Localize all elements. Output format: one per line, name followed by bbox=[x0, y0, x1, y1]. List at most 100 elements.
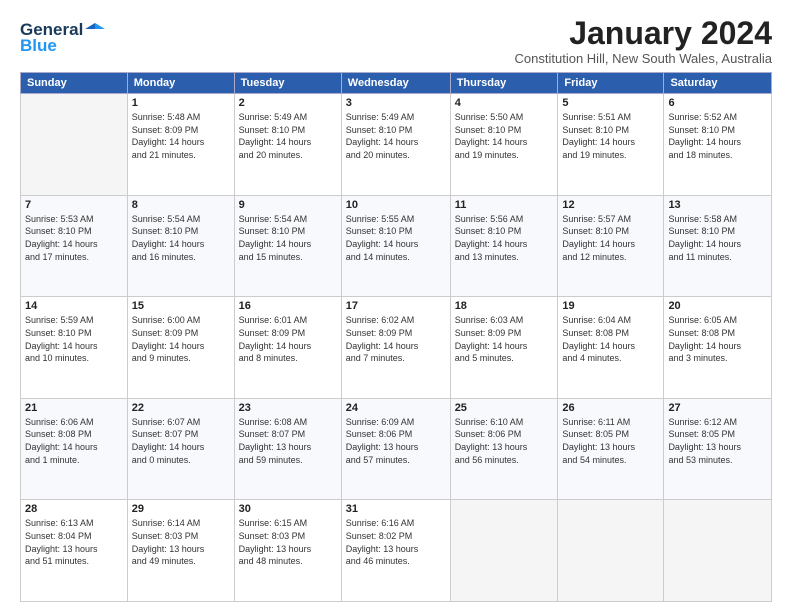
calendar-week-row: 21 Sunrise: 6:06 AM Sunset: 8:08 PM Dayli… bbox=[21, 398, 772, 500]
col-wednesday: Wednesday bbox=[341, 73, 450, 94]
calendar-subtitle: Constitution Hill, New South Wales, Aust… bbox=[515, 51, 772, 66]
day-info: Sunrise: 5:50 AM Sunset: 8:10 PM Dayligh… bbox=[455, 111, 554, 161]
col-monday: Monday bbox=[127, 73, 234, 94]
table-row: 19 Sunrise: 6:04 AM Sunset: 8:08 PM Dayli… bbox=[558, 297, 664, 399]
table-row bbox=[450, 500, 558, 602]
table-row bbox=[558, 500, 664, 602]
day-number: 21 bbox=[25, 402, 123, 414]
table-row: 10 Sunrise: 5:55 AM Sunset: 8:10 PM Dayli… bbox=[341, 195, 450, 297]
table-row: 14Sunrise: 5:59 AM Sunset: 8:10 PM Dayli… bbox=[21, 297, 128, 399]
table-row: 26 Sunrise: 6:11 AM Sunset: 8:05 PM Dayli… bbox=[558, 398, 664, 500]
calendar-title: January 2024 bbox=[515, 16, 772, 51]
col-sunday: Sunday bbox=[21, 73, 128, 94]
day-info: Sunrise: 6:01 AM Sunset: 8:09 PM Dayligh… bbox=[239, 314, 337, 364]
table-row: 16 Sunrise: 6:01 AM Sunset: 8:09 PM Dayli… bbox=[234, 297, 341, 399]
day-info: Sunrise: 6:09 AM Sunset: 8:06 PM Dayligh… bbox=[346, 416, 446, 466]
table-row: 8Sunrise: 5:54 AM Sunset: 8:10 PM Daylig… bbox=[127, 195, 234, 297]
day-number: 30 bbox=[239, 503, 337, 515]
day-number: 20 bbox=[668, 300, 767, 312]
day-number: 25 bbox=[455, 402, 554, 414]
day-number: 31 bbox=[346, 503, 446, 515]
day-number: 10 bbox=[346, 199, 446, 211]
header: General Blue January 2024 Constitution H… bbox=[20, 16, 772, 66]
col-friday: Friday bbox=[558, 73, 664, 94]
calendar-week-row: 28 Sunrise: 6:13 AM Sunset: 8:04 PM Dayli… bbox=[21, 500, 772, 602]
table-row bbox=[21, 94, 128, 196]
logo: General Blue bbox=[20, 20, 105, 56]
day-info: Sunrise: 6:14 AM Sunset: 8:03 PM Dayligh… bbox=[132, 517, 230, 567]
day-info: Sunrise: 6:07 AM Sunset: 8:07 PM Dayligh… bbox=[132, 416, 230, 466]
table-row: 11 Sunrise: 5:56 AM Sunset: 8:10 PM Dayli… bbox=[450, 195, 558, 297]
day-number: 6 bbox=[668, 97, 767, 109]
table-row: 31 Sunrise: 6:16 AM Sunset: 8:02 PM Dayli… bbox=[341, 500, 450, 602]
day-number: 28 bbox=[25, 503, 123, 515]
day-number: 27 bbox=[668, 402, 767, 414]
table-row: 17 Sunrise: 6:02 AM Sunset: 8:09 PM Dayli… bbox=[341, 297, 450, 399]
day-number: 7 bbox=[25, 199, 123, 211]
day-info: Sunrise: 6:12 AM Sunset: 8:05 PM Dayligh… bbox=[668, 416, 767, 466]
day-number: 19 bbox=[562, 300, 659, 312]
table-row: 27 Sunrise: 6:12 AM Sunset: 8:05 PM Dayli… bbox=[664, 398, 772, 500]
page: General Blue January 2024 Constitution H… bbox=[0, 0, 792, 612]
table-row: 3Sunrise: 5:49 AM Sunset: 8:10 PM Daylig… bbox=[341, 94, 450, 196]
day-number: 15 bbox=[132, 300, 230, 312]
calendar-week-row: 1 Sunrise: 5:48 AM Sunset: 8:09 PM Daylig… bbox=[21, 94, 772, 196]
day-number: 2 bbox=[239, 97, 337, 109]
table-row: 13Sunrise: 5:58 AM Sunset: 8:10 PM Dayli… bbox=[664, 195, 772, 297]
day-number: 9 bbox=[239, 199, 337, 211]
calendar-week-row: 7 Sunrise: 5:53 AM Sunset: 8:10 PM Daylig… bbox=[21, 195, 772, 297]
title-block: January 2024 Constitution Hill, New Sout… bbox=[515, 16, 772, 66]
day-info: Sunrise: 6:04 AM Sunset: 8:08 PM Dayligh… bbox=[562, 314, 659, 364]
day-number: 11 bbox=[455, 199, 554, 211]
table-row: 23Sunrise: 6:08 AM Sunset: 8:07 PM Dayli… bbox=[234, 398, 341, 500]
table-row: 4 Sunrise: 5:50 AM Sunset: 8:10 PM Daylig… bbox=[450, 94, 558, 196]
table-row: 29Sunrise: 6:14 AM Sunset: 8:03 PM Dayli… bbox=[127, 500, 234, 602]
table-row: 2 Sunrise: 5:49 AM Sunset: 8:10 PM Daylig… bbox=[234, 94, 341, 196]
day-number: 22 bbox=[132, 402, 230, 414]
day-info: Sunrise: 5:55 AM Sunset: 8:10 PM Dayligh… bbox=[346, 213, 446, 263]
calendar-header-row: Sunday Monday Tuesday Wednesday Thursday… bbox=[21, 73, 772, 94]
day-number: 16 bbox=[239, 300, 337, 312]
day-info: Sunrise: 5:57 AM Sunset: 8:10 PM Dayligh… bbox=[562, 213, 659, 263]
day-number: 5 bbox=[562, 97, 659, 109]
day-info: Sunrise: 5:49 AM Sunset: 8:10 PM Dayligh… bbox=[239, 111, 337, 161]
col-thursday: Thursday bbox=[450, 73, 558, 94]
day-number: 14 bbox=[25, 300, 123, 312]
day-number: 26 bbox=[562, 402, 659, 414]
table-row: 30Sunrise: 6:15 AM Sunset: 8:03 PM Dayli… bbox=[234, 500, 341, 602]
col-tuesday: Tuesday bbox=[234, 73, 341, 94]
day-number: 1 bbox=[132, 97, 230, 109]
day-number: 3 bbox=[346, 97, 446, 109]
day-info: Sunrise: 6:08 AM Sunset: 8:07 PM Dayligh… bbox=[239, 416, 337, 466]
table-row: 9 Sunrise: 5:54 AM Sunset: 8:10 PM Daylig… bbox=[234, 195, 341, 297]
day-info: Sunrise: 6:02 AM Sunset: 8:09 PM Dayligh… bbox=[346, 314, 446, 364]
day-info: Sunrise: 5:48 AM Sunset: 8:09 PM Dayligh… bbox=[132, 111, 230, 161]
table-row: 12Sunrise: 5:57 AM Sunset: 8:10 PM Dayli… bbox=[558, 195, 664, 297]
day-info: Sunrise: 5:54 AM Sunset: 8:10 PM Dayligh… bbox=[132, 213, 230, 263]
table-row: 15 Sunrise: 6:00 AM Sunset: 8:09 PM Dayli… bbox=[127, 297, 234, 399]
day-info: Sunrise: 6:06 AM Sunset: 8:08 PM Dayligh… bbox=[25, 416, 123, 466]
day-info: Sunrise: 5:54 AM Sunset: 8:10 PM Dayligh… bbox=[239, 213, 337, 263]
day-info: Sunrise: 6:11 AM Sunset: 8:05 PM Dayligh… bbox=[562, 416, 659, 466]
day-info: Sunrise: 5:51 AM Sunset: 8:10 PM Dayligh… bbox=[562, 111, 659, 161]
table-row: 18Sunrise: 6:03 AM Sunset: 8:09 PM Dayli… bbox=[450, 297, 558, 399]
day-info: Sunrise: 5:53 AM Sunset: 8:10 PM Dayligh… bbox=[25, 213, 123, 263]
table-row: 25 Sunrise: 6:10 AM Sunset: 8:06 PM Dayli… bbox=[450, 398, 558, 500]
day-number: 17 bbox=[346, 300, 446, 312]
day-info: Sunrise: 5:52 AM Sunset: 8:10 PM Dayligh… bbox=[668, 111, 767, 161]
table-row: 28 Sunrise: 6:13 AM Sunset: 8:04 PM Dayli… bbox=[21, 500, 128, 602]
table-row: 6 Sunrise: 5:52 AM Sunset: 8:10 PM Daylig… bbox=[664, 94, 772, 196]
day-info: Sunrise: 6:00 AM Sunset: 8:09 PM Dayligh… bbox=[132, 314, 230, 364]
day-info: Sunrise: 6:16 AM Sunset: 8:02 PM Dayligh… bbox=[346, 517, 446, 567]
col-saturday: Saturday bbox=[664, 73, 772, 94]
day-number: 24 bbox=[346, 402, 446, 414]
day-number: 13 bbox=[668, 199, 767, 211]
table-row: 1 Sunrise: 5:48 AM Sunset: 8:09 PM Daylig… bbox=[127, 94, 234, 196]
day-info: Sunrise: 5:56 AM Sunset: 8:10 PM Dayligh… bbox=[455, 213, 554, 263]
day-number: 18 bbox=[455, 300, 554, 312]
table-row: 24 Sunrise: 6:09 AM Sunset: 8:06 PM Dayli… bbox=[341, 398, 450, 500]
table-row: 21 Sunrise: 6:06 AM Sunset: 8:08 PM Dayli… bbox=[21, 398, 128, 500]
day-info: Sunrise: 6:10 AM Sunset: 8:06 PM Dayligh… bbox=[455, 416, 554, 466]
day-info: Sunrise: 6:13 AM Sunset: 8:04 PM Dayligh… bbox=[25, 517, 123, 567]
day-number: 4 bbox=[455, 97, 554, 109]
